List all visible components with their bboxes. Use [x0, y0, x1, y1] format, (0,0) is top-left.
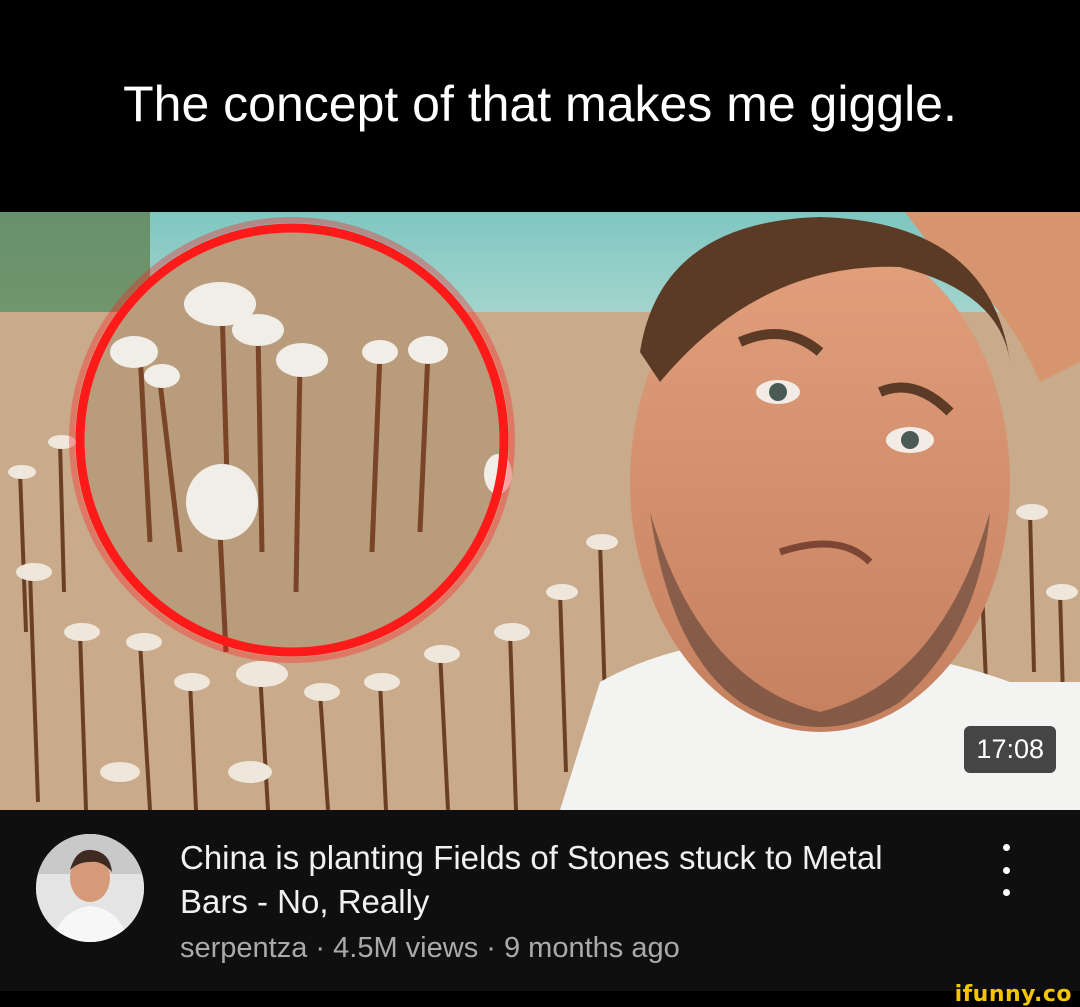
- channel-name[interactable]: serpentza: [180, 932, 307, 964]
- zoom-circle: [69, 217, 515, 663]
- video-info-bar: China is planting Fields of Stones stuck…: [0, 810, 1080, 991]
- video-thumbnail[interactable]: 17:08: [0, 212, 1080, 810]
- view-count: 4.5M views: [333, 932, 479, 964]
- footer-strip: [0, 991, 1080, 1007]
- channel-avatar[interactable]: [36, 834, 144, 942]
- meme-caption: The concept of that makes me giggle.: [0, 0, 1080, 212]
- more-dot: [1002, 844, 1010, 851]
- avatar-image: [36, 834, 144, 942]
- meta-separator: ·: [315, 932, 326, 964]
- video-duration-badge: 17:08: [964, 726, 1056, 773]
- caption-text: The concept of that makes me giggle.: [123, 76, 957, 132]
- upload-age: 9 months ago: [504, 932, 680, 964]
- video-title[interactable]: China is planting Fields of Stones stuck…: [180, 836, 940, 924]
- video-meta: serpentza · 4.5M views · 9 months ago: [180, 932, 680, 965]
- more-vert-icon[interactable]: [988, 844, 1024, 896]
- more-dot: [1002, 866, 1010, 874]
- ifunny-watermark: ifunny.co: [954, 982, 1072, 1007]
- more-dot: [1002, 889, 1010, 896]
- thumbnail-illustration: [0, 212, 1080, 810]
- meta-separator: ·: [486, 932, 496, 964]
